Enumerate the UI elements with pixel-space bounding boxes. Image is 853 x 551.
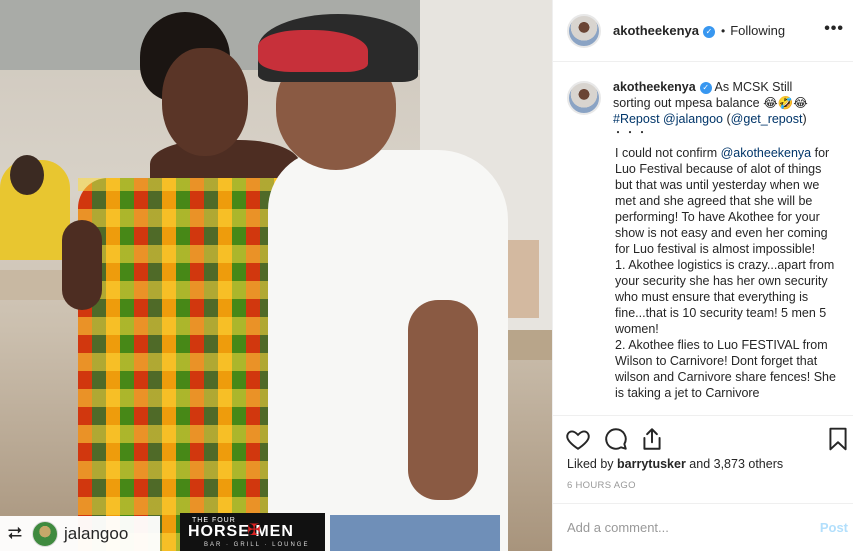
repost-via: (@get_repost) — [726, 112, 807, 126]
caption-username[interactable]: akotheekenya ✓ — [613, 80, 712, 94]
caption: akotheekenya ✓ As MCSK Still sorting out … — [567, 79, 840, 139]
bookmark-icon[interactable] — [825, 426, 851, 452]
intro-prefix: I could not confirm — [615, 146, 721, 160]
author-username[interactable]: akotheekenya ✓ — [613, 23, 715, 38]
repost-watermark: ⮂ jalangoo — [0, 516, 160, 551]
more-options-icon[interactable]: ••• — [824, 20, 844, 38]
caption-avatar[interactable] — [567, 81, 601, 115]
caption-point-2: 2. Akothee flies to Luo FESTIVAL from Wi… — [615, 338, 836, 400]
share-icon[interactable] — [639, 426, 665, 452]
caption-text: akotheekenya ✓ As MCSK Still sorting out … — [613, 79, 833, 139]
likes-summary: Liked by barrytusker and 3,873 others — [567, 457, 783, 471]
caption-username-text[interactable]: akotheekenya — [613, 80, 696, 94]
repost-icon: ⮂ — [7, 523, 23, 543]
likes-user-link[interactable]: barrytusker — [617, 457, 686, 471]
likes-suffix-link[interactable]: and 3,873 others — [686, 457, 783, 471]
post-image[interactable]: ⮂ jalangoo THE FOUR HORSE MEN ✠ BAR · GR… — [0, 0, 552, 551]
action-bar — [553, 415, 853, 463]
photo-table-left — [0, 270, 70, 300]
brand-logo-sub: BAR · GRILL · LOUNGE — [204, 542, 310, 548]
repost-avatar — [32, 520, 58, 547]
repost-username: jalangoo — [64, 523, 129, 543]
hashtag-repost[interactable]: #Repost — [613, 112, 660, 126]
photo-man-jeans — [330, 515, 500, 551]
likes-prefix: Liked by — [567, 457, 618, 471]
caption-paragraph-intro: I could not confirm @akotheekenya for Lu… — [615, 145, 841, 257]
brand-logo-main: HORSE MEN — [188, 523, 294, 540]
mention-jalangoo[interactable]: @jalangoo — [663, 112, 723, 126]
author-avatar[interactable] — [567, 13, 601, 48]
header-separator: • — [721, 23, 726, 38]
caption-point-1: 1. Akothee logistics is crazy...apart fr… — [615, 258, 835, 336]
brand-logo-mark: ✠ — [247, 522, 261, 539]
photo-juice-carton — [503, 240, 539, 318]
mention-akotheekenya[interactable]: @akotheekenya — [721, 146, 812, 160]
add-comment-bar: Post — [553, 503, 853, 551]
post-timestamp[interactable]: 6 HOURS AGO — [567, 480, 636, 491]
photo-background-head — [10, 155, 44, 195]
comments-area[interactable]: akotheekenya ✓ As MCSK Still sorting out … — [553, 63, 853, 415]
add-comment-input[interactable] — [567, 520, 797, 535]
heart-icon[interactable] — [565, 426, 591, 452]
mention-get-repost[interactable]: @get_repost — [731, 112, 803, 126]
caption-dots: ・・・ — [613, 128, 649, 139]
intro-rest: for Luo Festival because of alot of thin… — [615, 146, 830, 256]
caption-body: I could not confirm @akotheekenya for Lu… — [615, 145, 841, 401]
brand-logo: THE FOUR HORSE MEN ✠ BAR · GRILL · LOUNG… — [180, 513, 325, 551]
following-button[interactable]: Following — [730, 23, 785, 38]
post-comment-button[interactable]: Post — [820, 520, 848, 535]
comment-icon[interactable] — [603, 426, 629, 452]
verified-badge-icon: ✓ — [703, 26, 715, 38]
photo-man-arm — [408, 300, 478, 500]
photo-man-cap-brim — [258, 30, 368, 72]
photo-woman-face — [162, 48, 248, 156]
post-header: akotheekenya ✓ • Following ••• — [553, 0, 853, 62]
caption-verified-badge-icon: ✓ — [699, 82, 712, 94]
photo-woman-arm — [62, 220, 102, 310]
post-panel: akotheekenya ✓ • Following ••• akotheeken… — [552, 0, 853, 551]
author-username-text[interactable]: akotheekenya — [613, 23, 699, 38]
